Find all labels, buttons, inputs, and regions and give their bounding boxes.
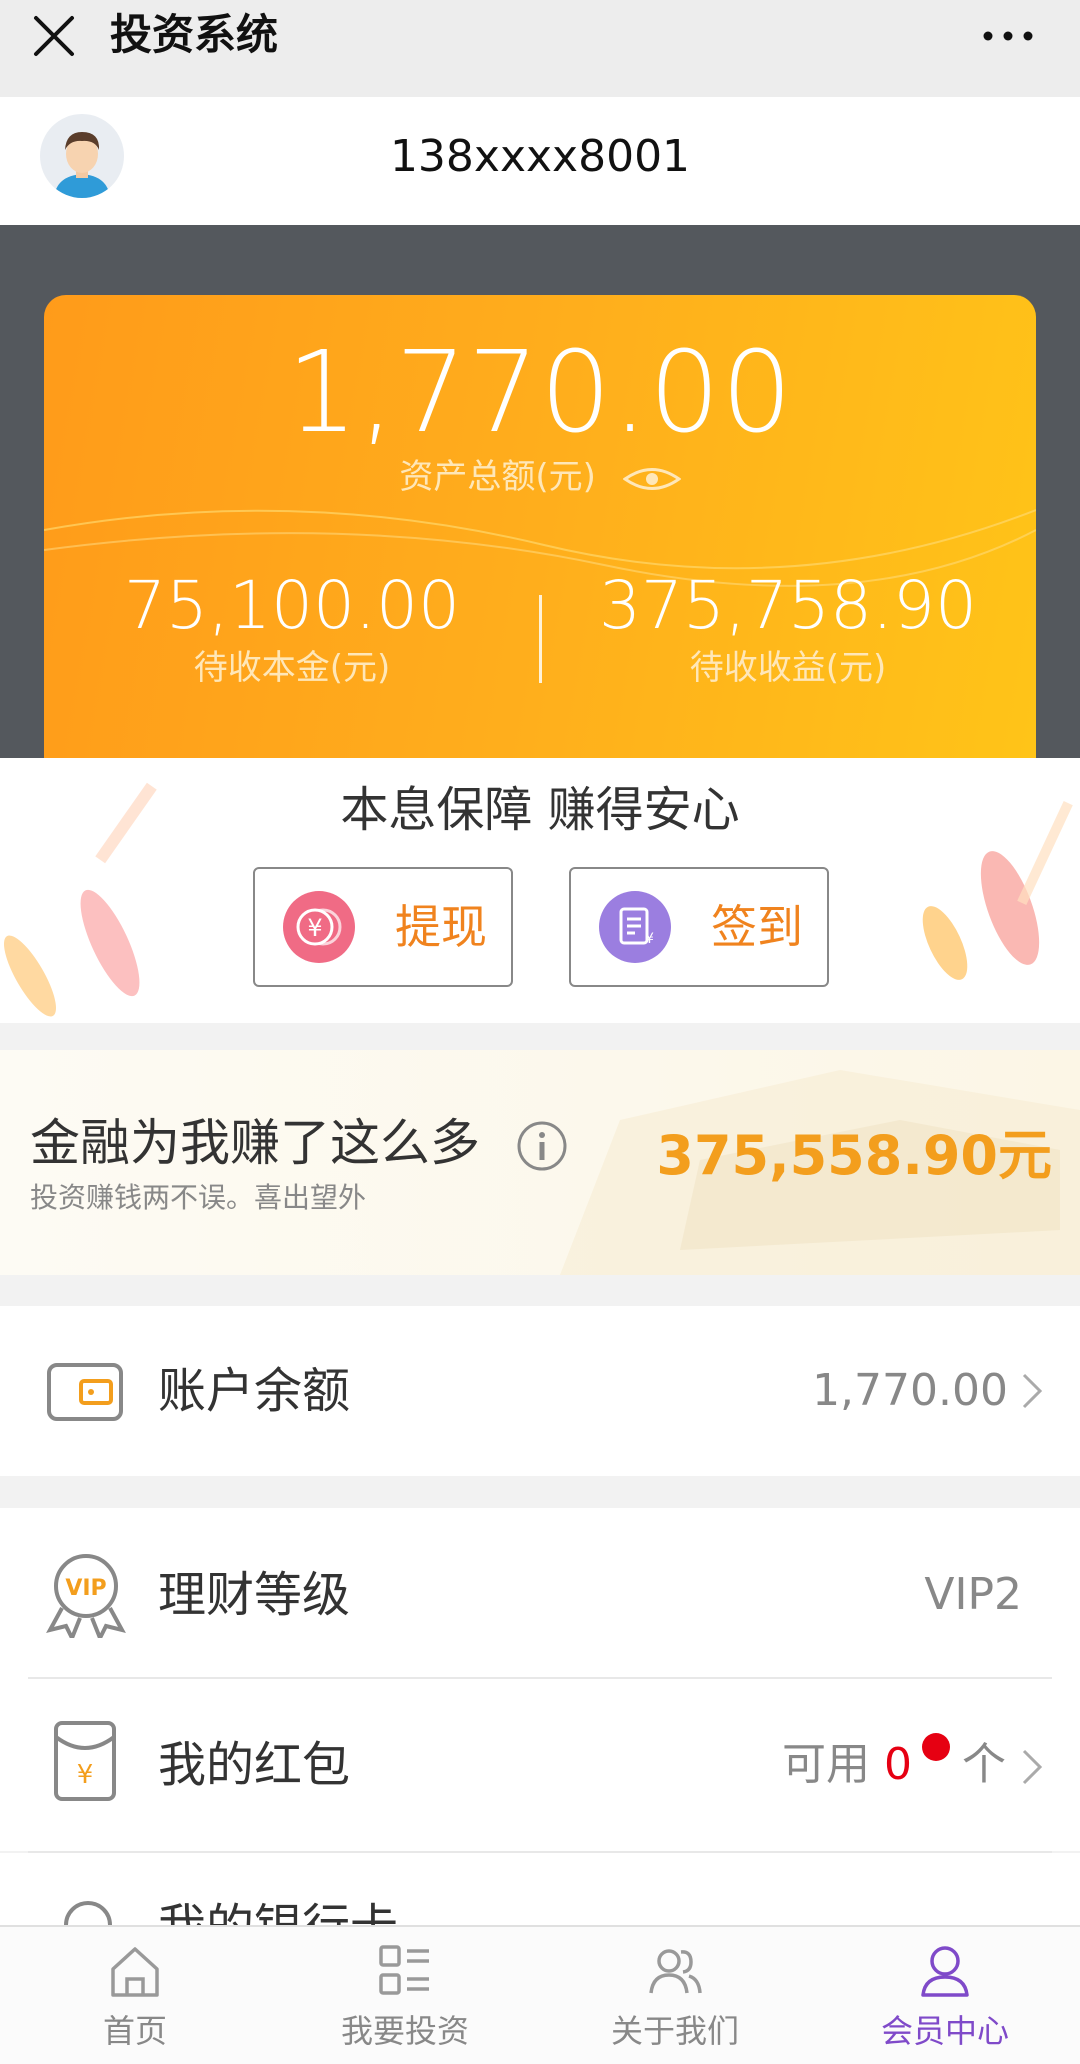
red-packet-count: 0 bbox=[884, 1739, 912, 1790]
pending-income-block: 375,758.90 待收收益(元) bbox=[540, 570, 1036, 690]
earnings-banner[interactable]: 金融为我赚了这么多 投资赚钱两不误。喜出望外 375,558.90元 bbox=[0, 1050, 1080, 1275]
svg-text:¥: ¥ bbox=[77, 1760, 94, 1790]
earnings-title: 金融为我赚了这么多 bbox=[30, 1114, 480, 1172]
home-icon bbox=[111, 1947, 159, 1997]
slogan-section: 本息保障 赚得安心 ¥ 提现 ¥ 签到 bbox=[0, 758, 1080, 1023]
pending-income-value: 375,758.90 bbox=[599, 567, 977, 644]
earnings-subtitle: 投资赚钱两不误。喜出望外 bbox=[30, 1181, 367, 1214]
info-icon[interactable] bbox=[516, 1120, 568, 1172]
notification-dot bbox=[922, 1733, 950, 1761]
tab-about-label: 关于我们 bbox=[610, 2012, 739, 2050]
bank-card-row[interactable]: 我的银行卡 bbox=[0, 1853, 1080, 1925]
red-packet-label: 我的红包 bbox=[158, 1737, 351, 1793]
tab-invest-label: 我要投资 bbox=[340, 2012, 469, 2050]
pending-principal-label: 待收本金(元) bbox=[193, 648, 391, 688]
total-assets-amount: 1,770.00 bbox=[286, 328, 794, 458]
account-balance-value: 1,770.00 bbox=[812, 1365, 1008, 1416]
red-packet-unit: 个 bbox=[962, 1739, 1006, 1790]
account-balance-label: 账户余额 bbox=[158, 1363, 351, 1419]
slogan-text: 本息保障 赚得安心 bbox=[340, 782, 740, 838]
tab-home[interactable]: 首页 bbox=[0, 1927, 270, 2064]
account-balance-row[interactable]: 账户余额 1,770.00 bbox=[0, 1306, 1080, 1476]
asset-card: 1,770.00 资产总额(元) 75,100.00 待收本金(元) 375,7… bbox=[44, 295, 1036, 760]
profile-header: 138xxxx8001 bbox=[0, 97, 1080, 225]
tab-member-center[interactable]: 会员中心 bbox=[810, 1927, 1080, 2064]
more-options-icon[interactable] bbox=[978, 16, 1038, 56]
vip-badge-icon: VIP bbox=[46, 1554, 126, 1638]
bottom-tab-bar: 首页 我要投资 关于我们 会员中心 bbox=[0, 1925, 1080, 2064]
document-icon: ¥ bbox=[599, 891, 671, 963]
investment-level-row[interactable]: VIP 理财等级 VIP2 bbox=[0, 1508, 1080, 1682]
red-packet-icon: ¥ bbox=[54, 1721, 116, 1801]
chevron-right-icon bbox=[1022, 1373, 1043, 1409]
pending-income-label: 待收收益(元) bbox=[689, 648, 887, 688]
eye-icon[interactable] bbox=[622, 464, 681, 494]
red-packet-row[interactable]: ¥ 我的红包 可用 0 个 bbox=[0, 1679, 1080, 1851]
total-assets-label: 资产总额(元) bbox=[399, 457, 596, 497]
tab-invest[interactable]: 我要投资 bbox=[270, 1927, 540, 2064]
svg-text:¥: ¥ bbox=[307, 914, 322, 942]
pending-principal-block: 75,100.00 待收本金(元) bbox=[44, 570, 540, 690]
investment-level-label: 理财等级 bbox=[158, 1567, 351, 1623]
person-icon bbox=[921, 1946, 969, 1997]
svg-text:¥: ¥ bbox=[645, 931, 654, 947]
wallet-icon bbox=[47, 1363, 123, 1421]
svg-text:VIP: VIP bbox=[65, 1576, 106, 1601]
pending-principal-value: 75,100.00 bbox=[124, 567, 460, 644]
close-icon[interactable] bbox=[30, 12, 78, 60]
withdraw-button[interactable]: ¥ 提现 bbox=[253, 867, 513, 987]
tab-member-center-label: 会员中心 bbox=[880, 2012, 1009, 2050]
tab-about[interactable]: 关于我们 bbox=[540, 1927, 810, 2064]
withdraw-label: 提现 bbox=[395, 900, 487, 954]
checkin-button[interactable]: ¥ 签到 bbox=[569, 867, 829, 987]
tab-home-label: 首页 bbox=[102, 2012, 167, 2050]
investment-level-value: VIP2 bbox=[924, 1569, 1022, 1620]
page-title: 投资系统 bbox=[110, 10, 279, 59]
users-icon bbox=[649, 1949, 702, 1994]
yen-coin-icon: ¥ bbox=[283, 891, 355, 963]
chevron-right-icon bbox=[1022, 1749, 1043, 1785]
phone-number: 138xxxx8001 bbox=[389, 131, 691, 182]
bank-card-label: 我的银行卡 bbox=[158, 1897, 398, 1925]
bank-card-icon bbox=[64, 1901, 112, 1925]
title-bar: 投资系统 bbox=[0, 0, 1080, 97]
earnings-value: 375,558.90元 bbox=[656, 1124, 1052, 1187]
red-packet-available-label: 可用 bbox=[782, 1739, 870, 1790]
grid-list-icon bbox=[379, 1945, 429, 1995]
checkin-label: 签到 bbox=[711, 900, 803, 954]
